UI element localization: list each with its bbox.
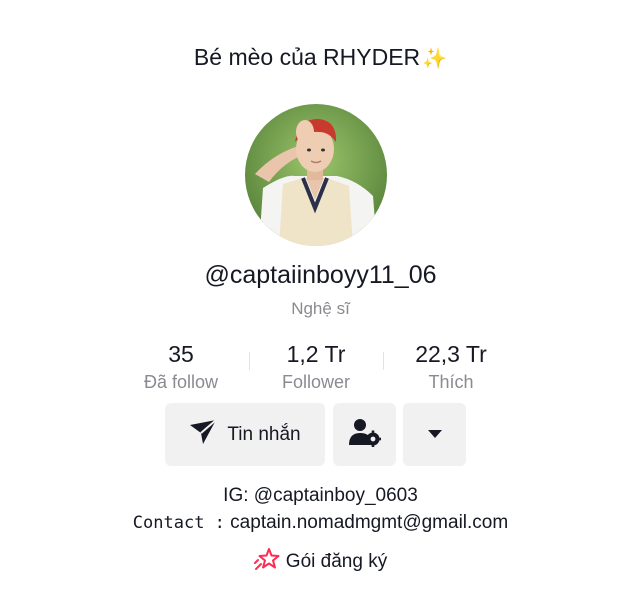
stats-row: 35 Đã follow 1,2 Tr Follower 22,3 Tr Thí… [0, 340, 641, 396]
username: @captaiinboyy11_06 [204, 261, 437, 289]
stat-likes-label: Thích [428, 372, 474, 392]
bio-contact-email[interactable]: captain.nomadmgmt@gmail.com [225, 512, 508, 533]
stat-followers[interactable]: 1,2 Tr Follower [246, 340, 386, 394]
role-label: Nghệ sĩ [291, 299, 350, 318]
bio-contact-label: Contact : [132, 513, 225, 533]
stat-followers-label: Follower [281, 372, 351, 392]
stat-following-label: Đã follow [143, 372, 219, 392]
subscription-label: Gói đăng ký [285, 550, 388, 572]
caret-down-icon [427, 426, 442, 444]
star-rocket-icon [253, 547, 280, 576]
subscription-link[interactable]: Gói đăng ký [0, 547, 641, 576]
profile-nickname: Bé mèo của RHYDER ✨ [0, 44, 641, 71]
more-options-button[interactable] [403, 403, 466, 466]
stat-following-value: 35 [168, 341, 194, 367]
nickname-text: Bé mèo của RHYDER [193, 44, 421, 70]
sparkles-icon: ✨ [422, 48, 448, 70]
avatar[interactable] [245, 104, 387, 246]
stat-following[interactable]: 35 Đã follow [111, 340, 251, 394]
friend-settings-button[interactable] [333, 403, 396, 466]
stat-followers-value: 1,2 Tr [286, 341, 346, 367]
send-icon [189, 419, 218, 450]
user-settings-icon [348, 417, 381, 452]
stat-likes[interactable]: 22,3 Tr Thích [381, 340, 521, 394]
bio-contact: Contact : captain.nomadmgmt@gmail.com [0, 512, 641, 534]
stat-likes-value: 22,3 Tr [415, 341, 487, 367]
bio-instagram: IG: @captainboy_0603 [223, 485, 418, 506]
message-button[interactable]: Tin nhắn [165, 403, 325, 466]
message-button-label: Tin nhắn [227, 423, 301, 445]
